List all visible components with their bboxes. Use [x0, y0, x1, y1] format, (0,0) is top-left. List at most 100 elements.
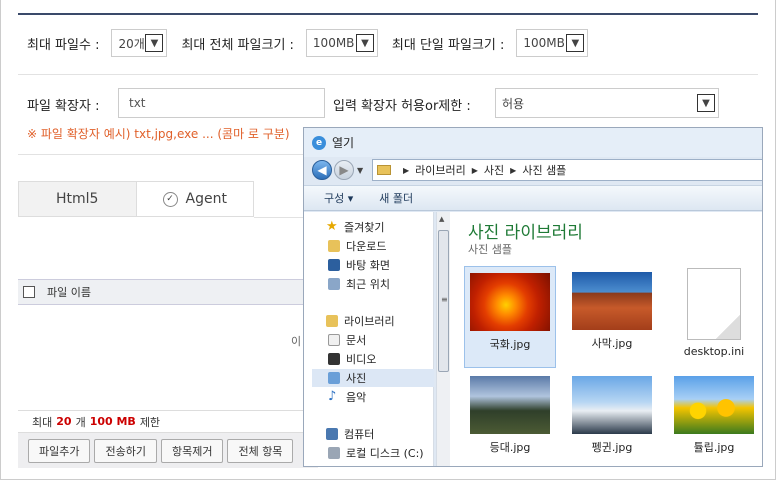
nav-desktop[interactable]: 바탕 화면 — [328, 256, 390, 274]
status-size: 100 MB — [89, 415, 136, 428]
nav-downloads[interactable]: 다운로드 — [328, 237, 386, 255]
downloads-folder-icon — [328, 240, 340, 252]
dialog-title: 열기 — [332, 136, 355, 150]
chevron-right-icon: ▶ — [510, 165, 517, 175]
top-divider — [18, 13, 758, 15]
chevron-right-icon: ▶ — [471, 165, 478, 175]
extension-note: ※ 파일 확장자 예시) txt,jpg,exe ... (콤마 로 구분) — [27, 127, 290, 141]
file-name: 사막.jpg — [591, 337, 633, 350]
star-icon: ★ — [326, 219, 338, 234]
max-files-select[interactable]: 20개 ▼ — [111, 29, 168, 57]
lighthouse-thumbnail — [470, 376, 550, 434]
check-circle-icon: ✓ — [162, 191, 178, 207]
upload-mode-tabs: Html5 ✓ Agent — [18, 181, 254, 217]
ie-icon: e — [312, 135, 326, 150]
tulips-thumbnail — [674, 376, 754, 434]
chevron-down-icon[interactable]: ▼ — [357, 166, 363, 175]
mode-select[interactable]: 허용 ▼ — [495, 88, 719, 118]
forward-arrow-icon[interactable]: ▶ — [334, 160, 354, 180]
nav-favorites-label: 즐겨찾기 — [344, 221, 385, 234]
document-icon — [687, 268, 741, 340]
library-icon — [326, 315, 338, 327]
scroll-up-icon[interactable]: ▲ — [439, 215, 444, 223]
file-item[interactable]: desktop.ini — [668, 266, 760, 368]
limit-status: 최대 20 개 100 MB 제한 — [18, 410, 318, 432]
nav-scrollbar[interactable]: ▲ ≡ — [436, 212, 450, 466]
tab-html5[interactable]: Html5 — [19, 182, 137, 216]
nav-libraries-label: 라이브러리 — [344, 315, 395, 328]
breadcrumb-pictures[interactable]: 사진 — [484, 162, 504, 178]
nav-favorites[interactable]: ★ 즐겨찾기 — [326, 218, 384, 236]
organize-button[interactable]: 구성 ▾ — [324, 190, 353, 206]
file-list-empty-text: 이 — [291, 335, 302, 348]
nav-computer-label: 컴퓨터 — [344, 428, 375, 441]
scrollbar-thumb[interactable]: ≡ — [438, 230, 449, 372]
max-total-value: 100MB — [312, 36, 355, 50]
file-name-column: 파일 이름 — [47, 286, 91, 299]
nav-computer[interactable]: 컴퓨터 — [326, 425, 374, 443]
ext-label: 파일 확장자 : — [27, 99, 100, 114]
address-bar[interactable]: ▶ 라이브러리 ▶ 사진 ▶ 사진 샘플 — [372, 159, 762, 181]
nav-pictures-label: 사진 — [346, 372, 367, 385]
file-name: 튤립.jpg — [693, 441, 735, 454]
max-total-select[interactable]: 100MB ▼ — [305, 29, 378, 57]
add-file-button[interactable]: 파일추가 — [28, 438, 91, 463]
tab-agent-label: Agent — [185, 191, 227, 207]
status-suffix: 제한 — [139, 415, 161, 429]
status-count: 20 — [56, 415, 72, 428]
divider — [18, 74, 758, 75]
send-button[interactable]: 전송하기 — [94, 438, 157, 463]
nav-downloads-label: 다운로드 — [346, 240, 387, 253]
file-item[interactable]: 튤립.jpg — [668, 370, 760, 466]
nav-documents[interactable]: 문서 — [328, 331, 366, 349]
file-item[interactable]: 사막.jpg — [566, 266, 658, 368]
nav-libraries[interactable]: 라이브러리 — [326, 312, 395, 330]
chevron-down-icon: ▼ — [145, 34, 164, 52]
file-item[interactable]: 펭귄.jpg — [566, 370, 658, 466]
back-arrow-icon[interactable]: ◀ — [312, 160, 332, 180]
nav-documents-label: 문서 — [346, 334, 367, 347]
navigation-pane: ★ 즐겨찾기 다운로드 바탕 화면 최근 위치 라이브러리 문서 비디오 사진 … — [304, 212, 434, 466]
file-name: desktop.ini — [683, 345, 745, 358]
new-folder-button[interactable]: 새 폴더 — [379, 190, 413, 206]
nav-recent[interactable]: 최근 위치 — [328, 275, 390, 293]
penguins-thumbnail — [572, 376, 652, 434]
file-item[interactable]: 등대.jpg — [464, 370, 556, 466]
chevron-down-icon: ▼ — [697, 94, 715, 112]
nav-local-disk-label: 로컬 디스크 (C:) — [346, 447, 424, 460]
remove-all-button[interactable]: 전체 항목 — [227, 438, 294, 463]
file-item[interactable]: 국화.jpg — [464, 266, 556, 368]
max-single-select[interactable]: 100MB ▼ — [516, 29, 589, 57]
file-name: 국화.jpg — [489, 338, 531, 351]
open-file-dialog: e 열기 ◀ ▶ ▼ ▶ 라이브러리 ▶ 사진 ▶ 사진 샘플 구성 ▾ 새 폴… — [303, 127, 763, 467]
status-count-unit: 개 — [75, 415, 86, 429]
max-files-value: 20개 — [118, 36, 145, 51]
breadcrumb-sample-pictures[interactable]: 사진 샘플 — [522, 162, 566, 178]
action-bar: 파일추가 전송하기 항목제거 전체 항목 — [18, 432, 318, 468]
breadcrumb-libraries[interactable]: 라이브러리 — [415, 162, 466, 178]
nav-pictures[interactable]: 사진 — [312, 369, 434, 387]
document-icon — [328, 334, 340, 346]
file-name: 펭귄.jpg — [591, 441, 633, 454]
tab-html5-label: Html5 — [56, 191, 99, 207]
select-all-checkbox[interactable] — [23, 286, 35, 298]
chevron-right-icon: ▶ — [403, 165, 410, 175]
max-single-value: 100MB — [523, 36, 565, 50]
recent-places-icon — [328, 278, 340, 290]
desert-thumbnail — [572, 272, 652, 330]
nav-music[interactable]: ♪ 음악 — [328, 388, 366, 406]
limits-row: 최대 파일수 : 20개 ▼ 최대 전체 파일크기 : 100MB ▼ 최대 단… — [27, 29, 589, 57]
tab-agent[interactable]: ✓ Agent — [136, 182, 253, 216]
status-prefix: 최대 — [32, 415, 53, 429]
library-subtitle: 사진 샘플 — [468, 243, 512, 256]
dialog-toolbar: 구성 ▾ 새 폴더 — [304, 185, 762, 211]
dialog-titlebar: e 열기 — [304, 128, 762, 157]
nav-local-disk[interactable]: 로컬 디스크 (C:) — [328, 444, 424, 462]
library-title: 사진 라이브러리 — [468, 223, 583, 243]
pictures-icon — [328, 372, 340, 384]
remove-item-button[interactable]: 항목제거 — [160, 438, 224, 463]
nav-videos-label: 비디오 — [346, 353, 377, 366]
nav-videos[interactable]: 비디오 — [328, 350, 376, 368]
disk-icon — [328, 447, 340, 459]
extension-input[interactable]: txt — [118, 88, 325, 118]
